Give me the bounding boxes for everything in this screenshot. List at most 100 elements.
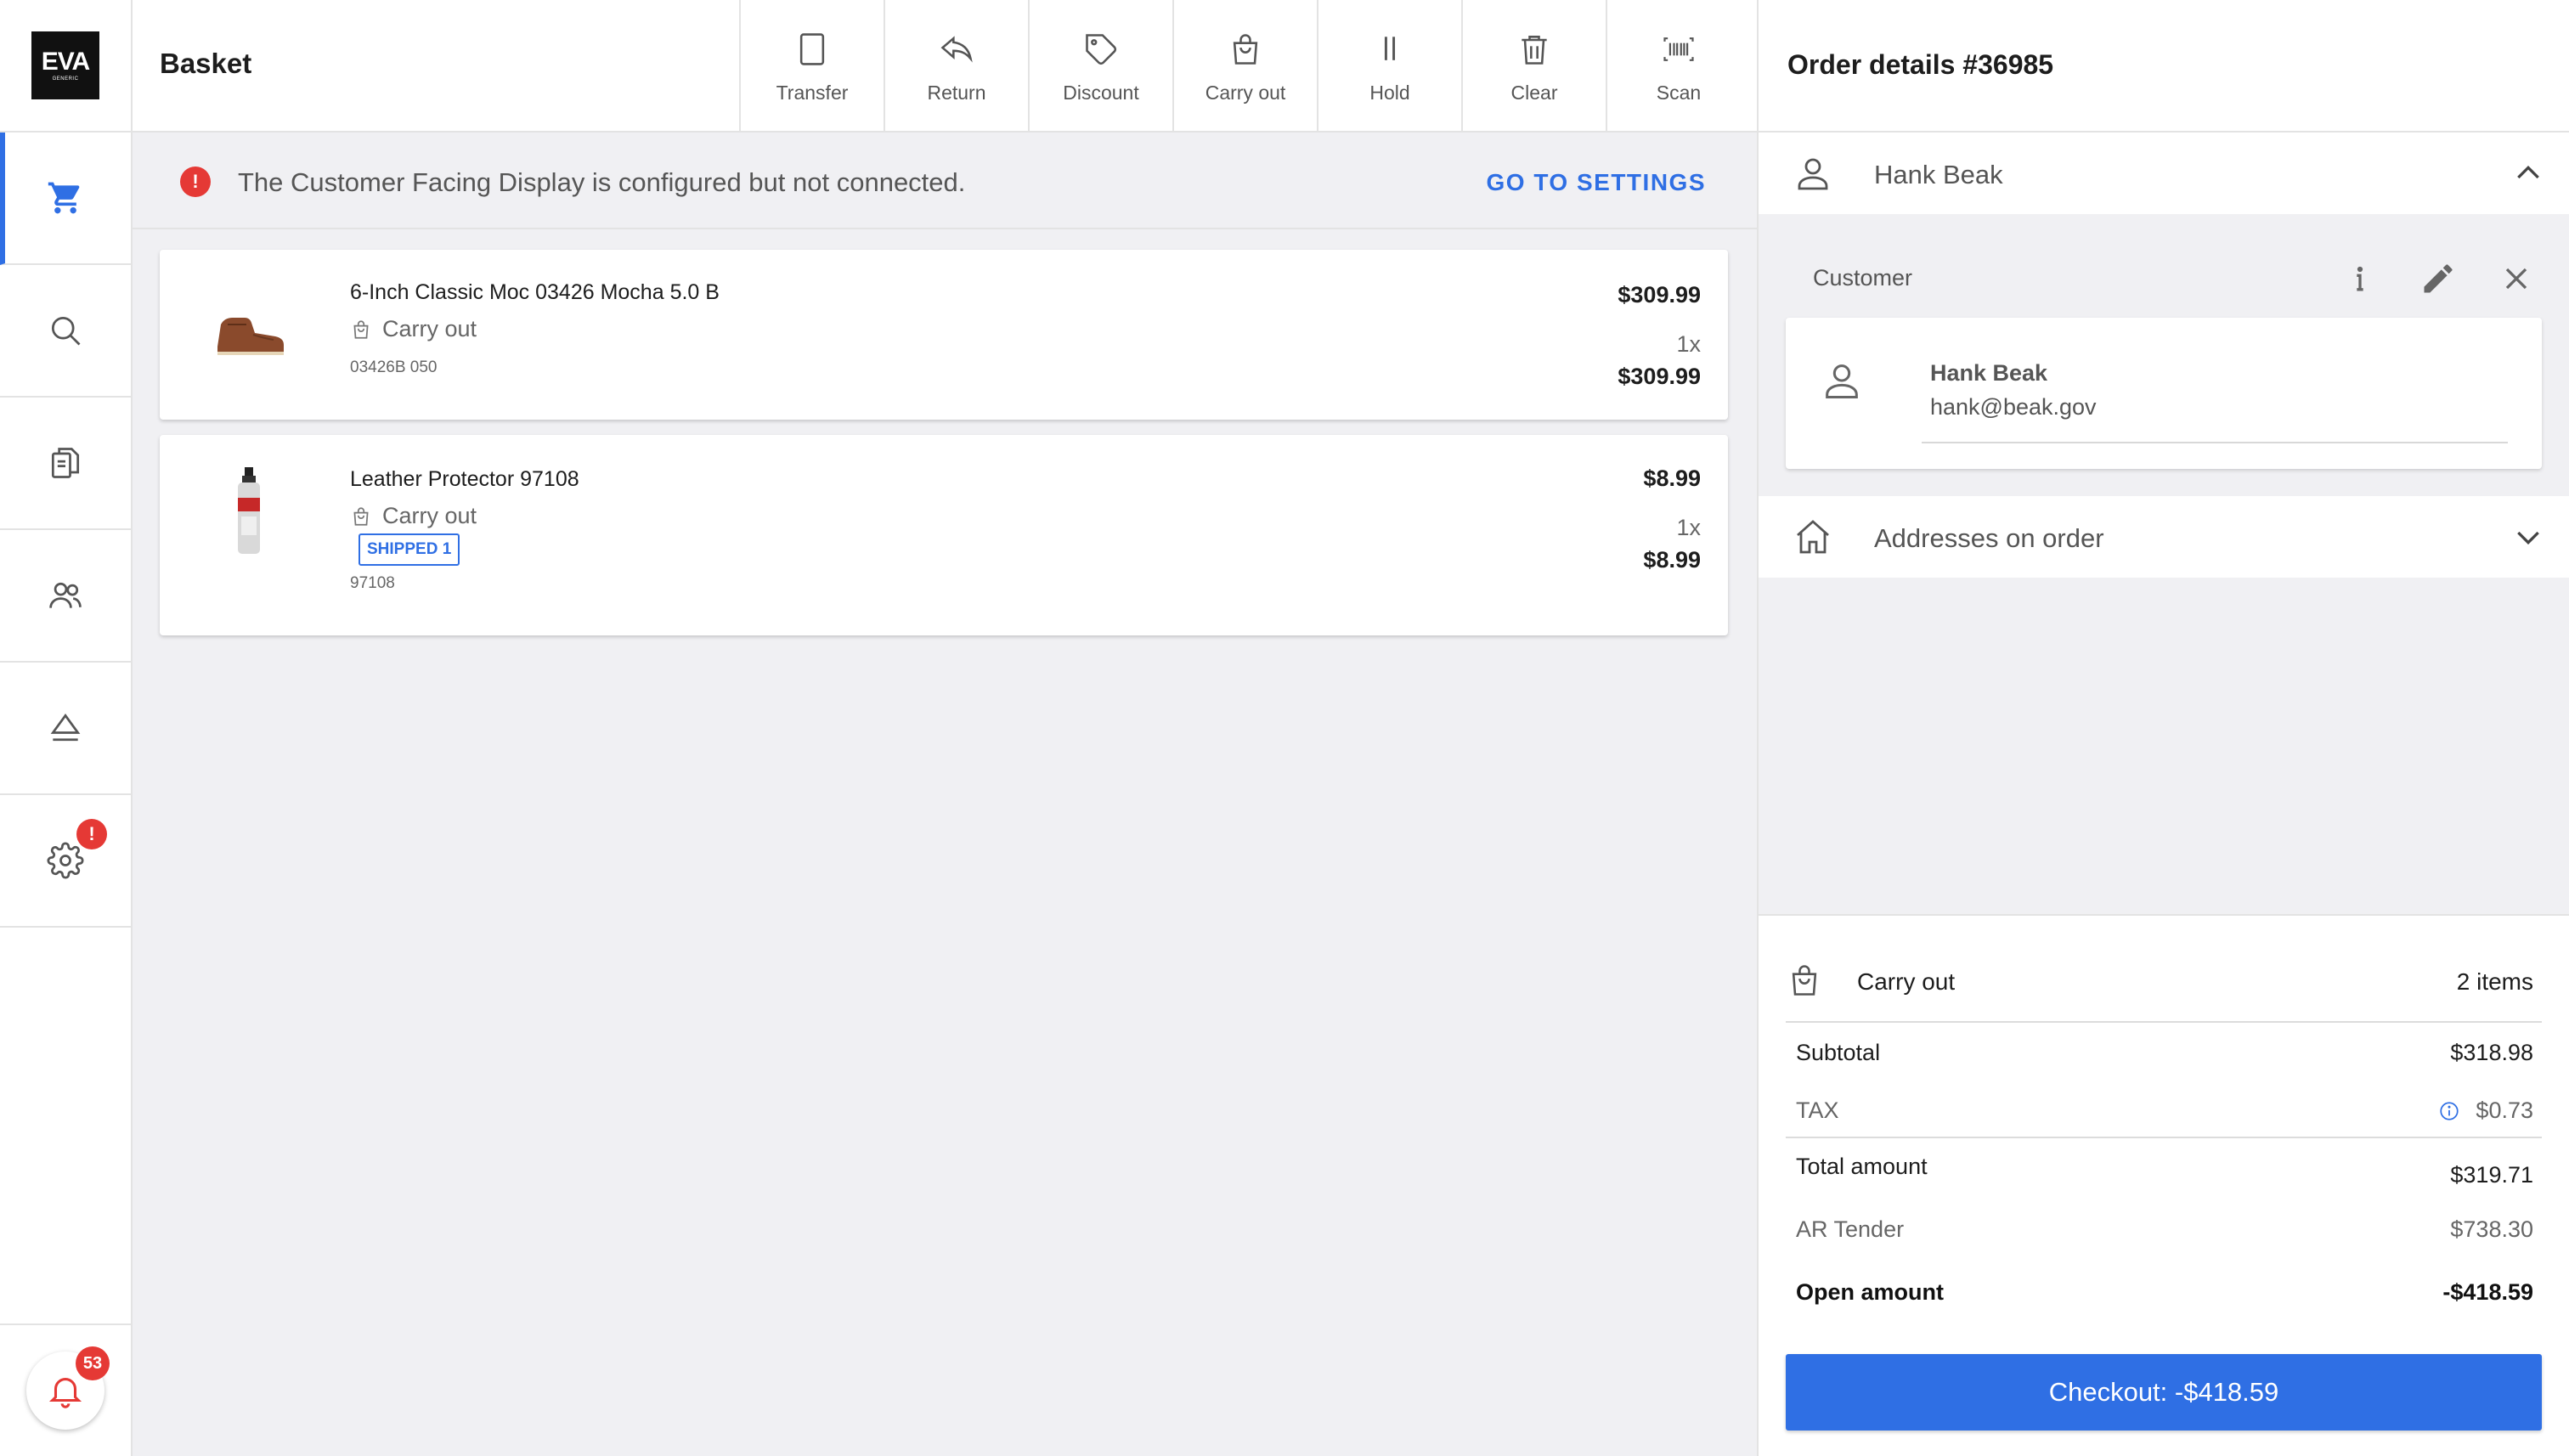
clear-button[interactable]: Clear — [1461, 0, 1606, 131]
toolbar: Transfer Return Discount Carry out Hold … — [739, 0, 1750, 131]
line-total: $8.99 — [1643, 547, 1701, 573]
open-amount-value: -$418.59 — [2442, 1279, 2533, 1305]
transfer-button[interactable]: Transfer — [739, 0, 884, 131]
customer-section-label: Customer — [1813, 265, 1913, 291]
alert-message: The Customer Facing Display is configure… — [238, 167, 966, 197]
discount-button[interactable]: Discount — [1028, 0, 1172, 131]
users-icon — [49, 582, 82, 608]
return-arrow-icon — [940, 36, 973, 63]
notifications-count-badge: 53 — [76, 1346, 110, 1380]
tag-icon — [1086, 34, 1117, 65]
logo-subtext: GENERIC — [52, 76, 79, 82]
sidebar-item-eject[interactable] — [0, 663, 131, 795]
delivery-type: Carry out — [350, 503, 477, 529]
home-icon — [1797, 520, 1829, 554]
product-name: Leather Protector 97108 — [350, 467, 579, 491]
customer-accordion-label: Hank Beak — [1874, 160, 2003, 189]
documents-icon — [51, 448, 80, 478]
basket-line[interactable]: 6-Inch Classic Moc 03426 Mocha 5.0 B Car… — [160, 250, 1728, 420]
addresses-label: Addresses on order — [1874, 523, 2104, 553]
order-summary: Carry out 2 items Subtotal $318.98 TAX $… — [1759, 914, 2569, 1456]
sidebar: EVA GENERIC ! 53 — [0, 0, 133, 1456]
barcode-icon — [1663, 37, 1694, 61]
carry-out-label: Carry out — [1205, 82, 1286, 104]
shipped-badge: SHIPPED 1 — [359, 533, 460, 566]
customer-name: Hank Beak — [1930, 360, 2048, 386]
total-value: $319.71 — [2450, 1162, 2533, 1188]
eject-icon — [50, 713, 81, 742]
pause-icon — [1384, 37, 1396, 60]
bag-icon — [353, 319, 369, 339]
order-title: Order details #36985 — [1787, 49, 2054, 80]
subtotal-label: Subtotal — [1796, 1040, 1881, 1065]
cart-icon — [48, 182, 80, 214]
line-total: $309.99 — [1618, 364, 1701, 389]
person-icon — [1826, 364, 1858, 399]
order-details-panel: Order details #36985 Hank Beak Customer … — [1757, 0, 2569, 1456]
tax-label: TAX — [1796, 1098, 1839, 1123]
search-icon — [51, 316, 81, 346]
topbar: Basket Transfer Return Discount Carry ou… — [133, 0, 1757, 133]
item-count: 2 items — [2456, 968, 2533, 995]
alert-icon: ! — [180, 166, 211, 197]
quantity: 1x — [1676, 331, 1701, 357]
logo-text: EVA — [41, 48, 90, 76]
sidebar-item-orders[interactable] — [0, 398, 131, 530]
bell-icon — [48, 1378, 82, 1408]
sidebar-item-cart[interactable] — [0, 133, 131, 265]
quantity: 1x — [1676, 515, 1701, 540]
notifications-button[interactable]: 53 — [26, 1346, 110, 1430]
customer-email: hank@beak.gov — [1930, 394, 2097, 420]
settings-alert-badge: ! — [76, 819, 107, 849]
open-amount-label: Open amount — [1796, 1279, 1944, 1305]
delivery-label: Carry out — [382, 503, 477, 528]
customer-card[interactable]: Hank Beak hank@beak.gov — [1786, 318, 2542, 469]
tax-value: $0.73 — [2476, 1098, 2533, 1123]
product-name: 6-Inch Classic Moc 03426 Mocha 5.0 B — [350, 280, 720, 304]
scan-label: Scan — [1656, 82, 1702, 104]
chevron-down-icon — [2517, 531, 2539, 545]
spray-bottle-image — [202, 464, 296, 557]
return-button[interactable]: Return — [884, 0, 1028, 131]
delivery-mode: Carry out — [1857, 968, 1956, 995]
total-label: Total amount — [1796, 1154, 1928, 1179]
gear-icon — [47, 842, 84, 879]
order-header: Order details #36985 — [1759, 0, 2569, 133]
carry-out-button[interactable]: Carry out — [1172, 0, 1317, 131]
sidebar-item-customers[interactable] — [0, 530, 131, 663]
tender-value: $738.30 — [2450, 1216, 2533, 1242]
sidebar-item-search[interactable] — [0, 265, 131, 398]
sidebar-item-settings[interactable]: ! — [0, 795, 131, 928]
customer-accordion-header[interactable]: Hank Beak — [1759, 133, 2569, 214]
discount-label: Discount — [1063, 82, 1139, 104]
info-icon[interactable] — [2341, 260, 2379, 297]
checkout-button[interactable]: Checkout: -$418.59 — [1786, 1354, 2542, 1431]
logo-cell: EVA GENERIC — [0, 0, 131, 133]
summary-header: Carry out 2 items — [1786, 962, 2542, 1021]
clear-label: Clear — [1510, 82, 1558, 104]
delivery-type: Carry out — [350, 316, 477, 342]
hold-label: Hold — [1369, 82, 1410, 104]
delivery-label: Carry out — [382, 316, 477, 341]
bag-icon — [1792, 965, 1817, 996]
return-label: Return — [927, 82, 986, 104]
edit-pencil-icon[interactable] — [2419, 260, 2457, 297]
go-to-settings-link[interactable]: GO TO SETTINGS — [1486, 169, 1706, 196]
hold-button[interactable]: Hold — [1317, 0, 1461, 131]
person-icon — [1798, 158, 1828, 190]
tax-value-group: $0.73 — [2438, 1098, 2533, 1124]
addresses-accordion-header[interactable]: Addresses on order — [1759, 496, 2569, 578]
divider — [1786, 1137, 2542, 1138]
tablet-icon — [799, 33, 825, 65]
unit-price: $8.99 — [1643, 466, 1701, 491]
scan-button[interactable]: Scan — [1606, 0, 1750, 131]
divider — [1922, 442, 2508, 443]
chevron-up-icon — [2517, 165, 2539, 179]
subtotal-value: $318.98 — [2450, 1040, 2533, 1065]
customer-actions — [2341, 260, 2535, 297]
info-circle-icon[interactable] — [2438, 1100, 2460, 1122]
close-icon[interactable] — [2498, 260, 2535, 297]
transfer-label: Transfer — [776, 82, 849, 104]
basket-line[interactable]: Leather Protector 97108 Carry out SHIPPE… — [160, 435, 1728, 635]
product-code: 03426B 050 — [350, 358, 438, 376]
